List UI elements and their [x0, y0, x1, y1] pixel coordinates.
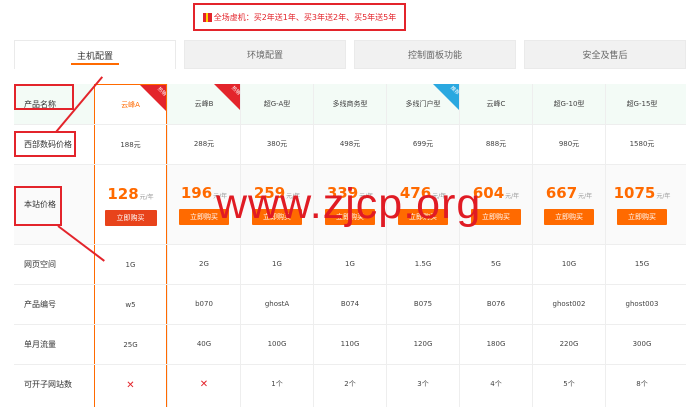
price-value: 128 [107, 185, 139, 203]
label-monthly-traffic: 单月流量 [24, 339, 56, 349]
monthly-traffic: 100G [267, 340, 287, 348]
tab-label: 控制面板功能 [407, 51, 462, 61]
price-unit: 元/年 [139, 194, 154, 201]
subsite-count: 4个 [490, 380, 502, 388]
subsite-count: ✕ [126, 379, 135, 391]
recommend-ribbon: 推荐 [433, 84, 459, 110]
buy-now-button[interactable]: 立即购买 [544, 209, 594, 225]
product-name: 超G-A型 [263, 100, 291, 108]
market-price: 188元 [120, 141, 141, 149]
price-unit: 元/年 [656, 193, 671, 200]
product-column: 超G-A型 380元 259元/年 立即购买 1G ghostA 100G 1个 [240, 84, 313, 407]
subsite-count: 3个 [417, 380, 429, 388]
market-price: 288元 [193, 140, 215, 148]
monthly-traffic: 25G [123, 341, 138, 349]
ribbon-label: 推荐 [448, 85, 459, 97]
monthly-traffic: 220G [559, 340, 579, 348]
label-web-space: 网页空间 [24, 259, 56, 269]
monthly-traffic: 120G [413, 340, 433, 348]
site-price: 1075元/年 [606, 183, 678, 202]
tab-bar: 主机配置 环境配置 控制面板功能 安全及售后 [14, 40, 686, 69]
promo-banner: 全场虚机：买2年送1年、买3年送2年、买5年送5年 [193, 3, 406, 31]
product-code: b070 [195, 300, 213, 308]
tab-label: 环境配置 [246, 51, 283, 61]
product-column: 超G-15型 1580元 1075元/年 立即购买 15G ghost003 300G 8个 [605, 84, 678, 407]
product-column: 云峰B 288元 196元/年 立即购买 2G b070 40G ✕ 热销 [167, 84, 240, 407]
product-name: 多线商务型 [332, 100, 368, 108]
price-unit: 元/年 [505, 193, 520, 200]
price-value: 196 [180, 184, 213, 202]
product-code: ghostA [264, 300, 290, 308]
product-name: 超G-15型 [626, 100, 658, 108]
monthly-traffic: 180G [486, 340, 506, 348]
web-space: 1G [345, 260, 355, 268]
label-subsites: 可开子网站数 [24, 379, 72, 389]
product-code: ghost003 [625, 300, 659, 308]
market-price: 380元 [266, 140, 288, 148]
market-price: 1580元 [629, 140, 655, 148]
product-code: ghost002 [552, 300, 586, 308]
monthly-traffic: 110G [340, 340, 360, 348]
product-column: 多线门户型 699元 476元/年 立即购买 1.5G B075 120G 3个 推荐 [386, 84, 459, 407]
watermark: www.zjcp.org [216, 180, 482, 228]
subsite-count: 5个 [563, 380, 575, 388]
subsite-count: ✕ [199, 378, 209, 390]
ribbon-label: 热销 [155, 86, 166, 98]
subsite-count: 1个 [271, 380, 283, 388]
web-space: 10G [561, 260, 577, 268]
web-space: 1G [272, 260, 282, 268]
product-code: w5 [125, 301, 136, 309]
annotation-box-site [14, 186, 62, 226]
monthly-traffic: 40G [196, 340, 212, 348]
buy-now-button[interactable]: 立即购买 [617, 209, 667, 225]
tab-host-config[interactable]: 主机配置 [14, 40, 176, 69]
product-code: B075 [413, 300, 433, 308]
product-column: 云峰A 188元 128元/年 立即购买 1G w5 25G ✕ 热销 [94, 84, 167, 407]
market-price: 699元 [412, 140, 434, 148]
site-price: 128元/年 [95, 184, 166, 203]
product-column: 云峰C 888元 604元/年 立即购买 5G B076 180G 4个 [459, 84, 532, 407]
buy-now-button[interactable]: 立即购买 [104, 210, 157, 226]
market-price: 888元 [485, 140, 507, 148]
market-price: 498元 [339, 140, 361, 148]
site-price: 667元/年 [533, 183, 605, 202]
tab-security[interactable]: 安全及售后 [524, 40, 686, 69]
market-price: 980元 [558, 140, 580, 148]
product-column: 多线商务型 498元 339元/年 立即购买 1G B074 110G 2个 [313, 84, 386, 407]
tab-label: 安全及售后 [582, 51, 628, 61]
web-space: 15G [634, 260, 650, 268]
tab-env-config[interactable]: 环境配置 [184, 40, 346, 69]
product-column: 超G-10型 980元 667元/年 立即购买 10G ghost002 220G 5个 [532, 84, 605, 407]
pricing-table: 产品名称 西部数码价格 本站价格 网页空间 产品编号 单月流量 可开子网站数 云… [14, 84, 686, 407]
product-name: 云峰C [486, 100, 506, 108]
web-space: 1.5G [414, 260, 432, 268]
product-code: B076 [486, 300, 506, 308]
ribbon-label: 热销 [229, 85, 240, 97]
web-space: 5G [491, 260, 501, 268]
hot-ribbon: 热销 [140, 85, 166, 111]
subsite-count: 8个 [636, 380, 648, 388]
hot-ribbon: 热销 [214, 84, 240, 110]
annotation-box-market [14, 131, 76, 157]
monthly-traffic: 300G [632, 340, 652, 348]
price-value: 1075 [613, 184, 656, 202]
tab-control-panel[interactable]: 控制面板功能 [354, 40, 516, 69]
product-name: 超G-10型 [553, 100, 585, 108]
label-product-code: 产品编号 [24, 299, 56, 309]
price-unit: 元/年 [578, 193, 593, 200]
price-value: 667 [545, 184, 578, 202]
web-space: 1G [125, 261, 136, 269]
product-code: B074 [340, 300, 360, 308]
web-space: 2G [199, 260, 209, 268]
tab-label: 主机配置 [76, 51, 113, 62]
annotation-box-name [14, 84, 74, 110]
gift-icon [202, 12, 212, 22]
promo-text: 全场虚机：买2年送1年、买3年送2年、买5年送5年 [213, 12, 397, 22]
subsite-count: 2个 [344, 380, 356, 388]
